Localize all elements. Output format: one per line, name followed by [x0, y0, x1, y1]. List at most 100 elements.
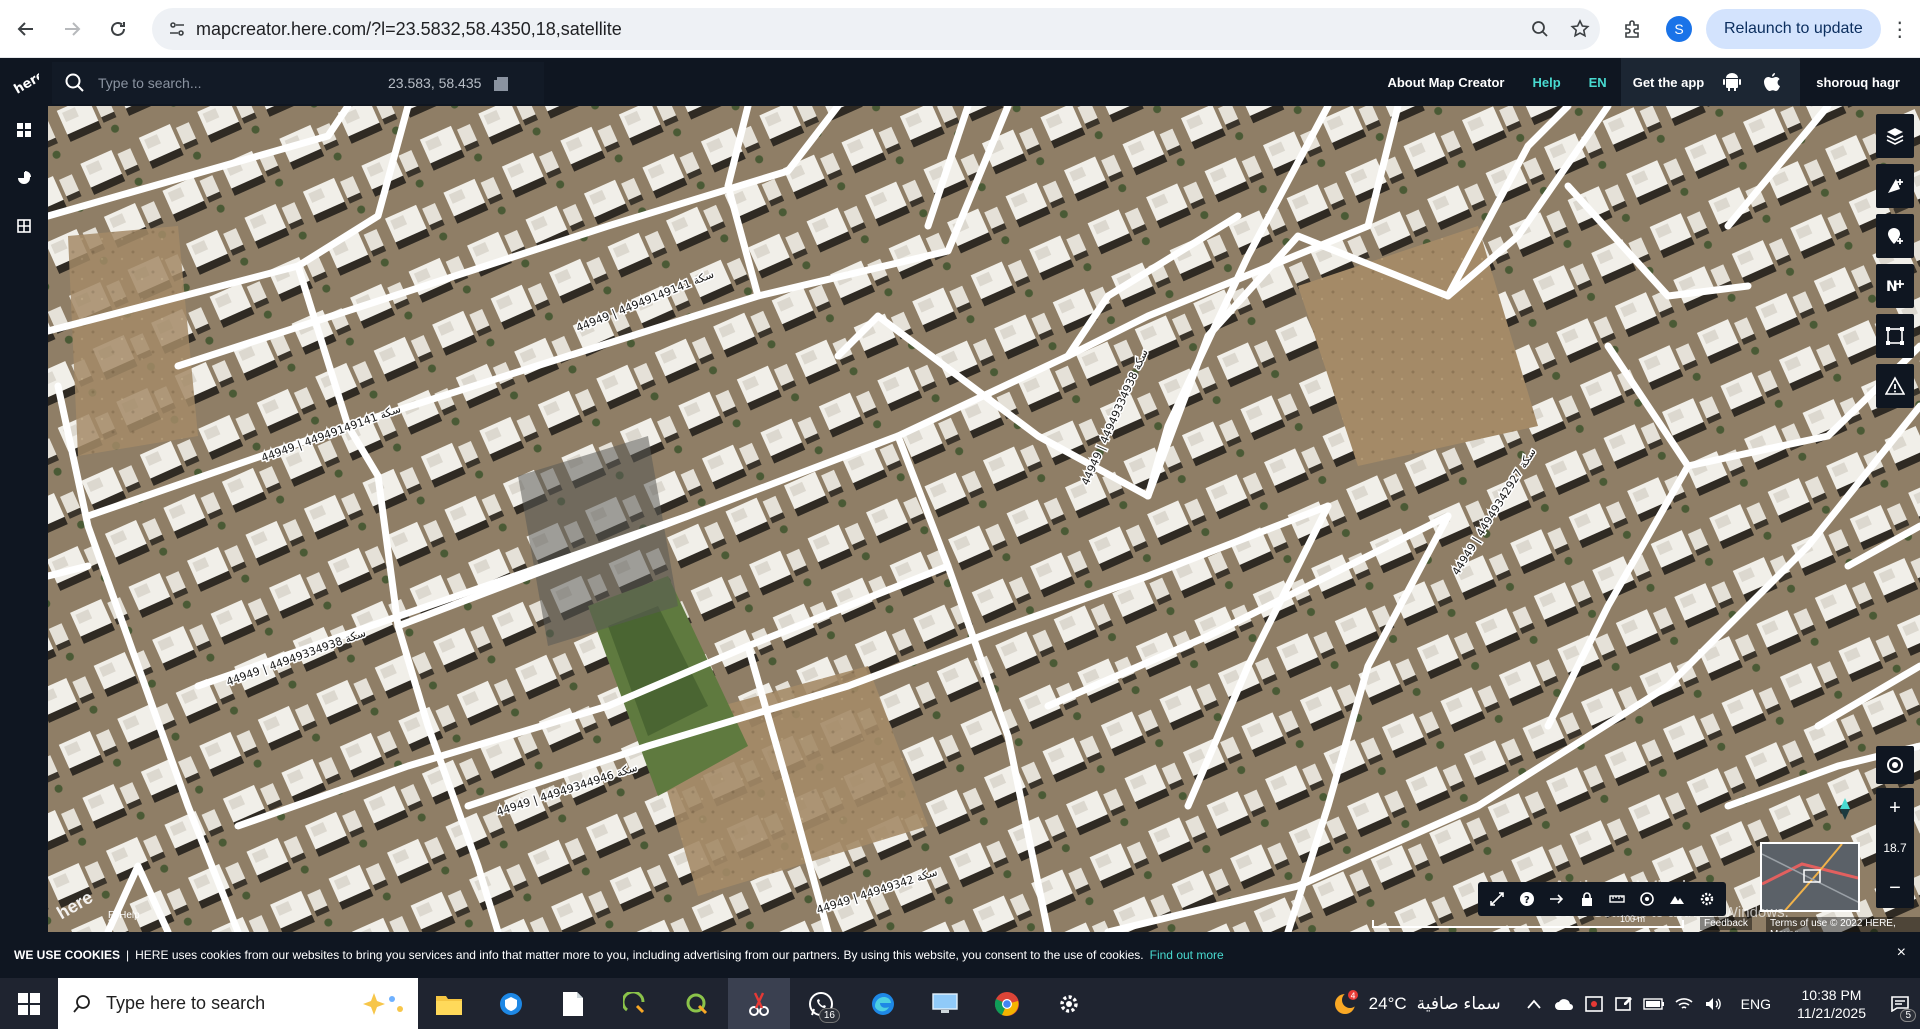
system-tray: 4 24°C سماء صافية ENG 10:38 PM 11/21/202…: [1331, 978, 1920, 1029]
map-bottom-toolbar: ?: [1478, 882, 1726, 916]
cookie-text: HERE uses cookies from our websites to b…: [135, 948, 1144, 962]
battery-icon[interactable]: [1639, 978, 1669, 1029]
cookie-separator: |: [126, 948, 130, 962]
reload-button[interactable]: [98, 9, 138, 49]
android-icon[interactable]: [1712, 58, 1752, 106]
left-toolbar: [0, 106, 48, 932]
edge-browser-icon[interactable]: [852, 978, 914, 1029]
taskbar-search-input[interactable]: Type here to search: [106, 993, 356, 1014]
fullscreen-icon[interactable]: [1482, 882, 1512, 916]
zoom-out-button[interactable]: −: [1876, 868, 1914, 908]
zoom-magnifier-icon[interactable]: [1520, 8, 1560, 50]
snipping-tool-icon[interactable]: [728, 978, 790, 1029]
notepad-icon[interactable]: [542, 978, 604, 1029]
svg-text:4: 4: [1350, 991, 1355, 1000]
pen-tray-icon[interactable]: [1609, 978, 1639, 1029]
add-name-icon[interactable]: N: [1876, 264, 1914, 308]
volume-icon[interactable]: [1699, 978, 1729, 1029]
relaunch-button[interactable]: Relaunch to update: [1706, 9, 1881, 49]
bookmark-star-icon[interactable]: [1560, 8, 1600, 50]
copy-icon[interactable]: [491, 72, 513, 94]
weather-condition: سماء صافية: [1416, 993, 1501, 1013]
draw-area-icon[interactable]: [1876, 314, 1914, 358]
apple-icon[interactable]: [1752, 58, 1792, 106]
compass-icon[interactable]: [1834, 798, 1856, 820]
layers-icon[interactable]: [1876, 114, 1914, 158]
forward-arrow-icon: [65, 21, 81, 36]
browser-toolbar: mapcreator.here.com/?l=23.5832,58.4350,1…: [0, 0, 1920, 58]
qgis-icon[interactable]: [666, 978, 728, 1029]
add-place-icon[interactable]: [1876, 214, 1914, 258]
grid-map-icon[interactable]: [0, 202, 48, 250]
settings-gear-icon[interactable]: [1038, 978, 1100, 1029]
route-arrow-icon[interactable]: [1542, 882, 1572, 916]
header-links: About Map Creator Help EN Get the app sh…: [1373, 58, 1920, 106]
help-circle-icon[interactable]: ?: [1512, 882, 1542, 916]
user-name[interactable]: shorouq hagr: [1800, 75, 1920, 90]
profile-avatar[interactable]: S: [1666, 16, 1692, 42]
notification-center-icon[interactable]: 5: [1880, 995, 1920, 1022]
back-arrow-icon: [17, 21, 33, 36]
lock-icon[interactable]: [1572, 882, 1602, 916]
search-icon: [65, 73, 84, 92]
app-tray-icon[interactable]: [1579, 978, 1609, 1029]
zoom-control: + 18.7 −: [1876, 788, 1914, 908]
url-text[interactable]: mapcreator.here.com/?l=23.5832,58.4350,1…: [196, 19, 1520, 40]
svg-text:here: here: [12, 68, 39, 97]
terrain-icon[interactable]: [1662, 882, 1692, 916]
chrome-browser-icon[interactable]: [976, 978, 1038, 1029]
zoom-level: 18.7: [1883, 841, 1907, 855]
measure-icon[interactable]: [1602, 882, 1632, 916]
file-explorer-icon[interactable]: [418, 978, 480, 1029]
feedback-link[interactable]: Feedback: [1700, 917, 1752, 930]
reload-icon: [111, 21, 125, 36]
settings-gear-icon[interactable]: [1692, 882, 1722, 916]
search-input[interactable]: Type to search...: [98, 75, 388, 91]
sparkle-icon: [363, 992, 403, 1015]
forward-button[interactable]: [52, 9, 92, 49]
onedrive-cloud-icon[interactable]: [1549, 978, 1579, 1029]
satellite-view-icon[interactable]: [1632, 882, 1662, 916]
qgis-app-icon[interactable]: [604, 978, 666, 1029]
add-road-icon[interactable]: [1876, 164, 1914, 208]
weather-moon-icon: 4: [1334, 989, 1358, 1014]
report-warning-icon[interactable]: [1876, 364, 1914, 408]
temperature: 24°C: [1368, 993, 1407, 1013]
back-button[interactable]: [6, 9, 46, 49]
whatsapp-icon[interactable]: 16: [790, 978, 852, 1029]
about-map-creator-link[interactable]: About Map Creator: [1373, 75, 1518, 90]
locate-me-button[interactable]: [1876, 746, 1914, 784]
security-shield-app-icon[interactable]: [480, 978, 542, 1029]
cookie-close-button[interactable]: ×: [1897, 944, 1906, 962]
dashboard-icon[interactable]: [0, 106, 48, 154]
address-bar[interactable]: mapcreator.here.com/?l=23.5832,58.4350,1…: [152, 8, 1600, 50]
zoom-in-button[interactable]: +: [1876, 788, 1914, 828]
input-language[interactable]: ENG: [1741, 996, 1771, 1012]
cookie-banner: WE USE COOKIES | HERE uses cookies from …: [0, 932, 1920, 978]
browser-menu-icon[interactable]: ⋮: [1887, 17, 1913, 42]
satellite-map[interactable]: سكة 44949149141 | 44949 سكة 44949149141 …: [48, 106, 1920, 932]
search-bar[interactable]: Type to search... 23.583, 58.435: [52, 62, 544, 104]
map-tools: N: [1876, 114, 1914, 414]
here-logo[interactable]: here: [0, 58, 48, 106]
map-canvas[interactable]: سكة 44949149141 | 44949 سكة 44949149141 …: [48, 106, 1920, 932]
clock[interactable]: 10:38 PM 11/21/2025: [1797, 986, 1866, 1022]
cookie-title: WE USE COOKIES: [14, 948, 121, 962]
svg-text:?: ?: [1524, 895, 1530, 906]
wifi-icon[interactable]: [1669, 978, 1699, 1029]
get-app-section: Get the app: [1620, 58, 1801, 106]
taskbar-search[interactable]: Type here to search: [58, 978, 418, 1029]
site-info-icon[interactable]: [158, 8, 196, 50]
show-hidden-icons-chevron-icon[interactable]: [1519, 978, 1549, 1029]
windows-start-icon[interactable]: [0, 978, 58, 1029]
find-out-more-link[interactable]: Find out more: [1150, 948, 1224, 962]
weather-widget[interactable]: 4 24°C سماء صافية: [1331, 989, 1501, 1018]
search-icon: [73, 994, 90, 1013]
remote-desktop-icon[interactable]: [914, 978, 976, 1029]
help-link[interactable]: Help: [1518, 75, 1574, 90]
activity-chart-icon[interactable]: [0, 154, 48, 202]
whatsapp-badge: 16: [818, 1008, 840, 1023]
get-app-label: Get the app: [1632, 74, 1705, 90]
language-selector[interactable]: EN: [1575, 75, 1621, 90]
extensions-icon[interactable]: [1612, 9, 1652, 49]
